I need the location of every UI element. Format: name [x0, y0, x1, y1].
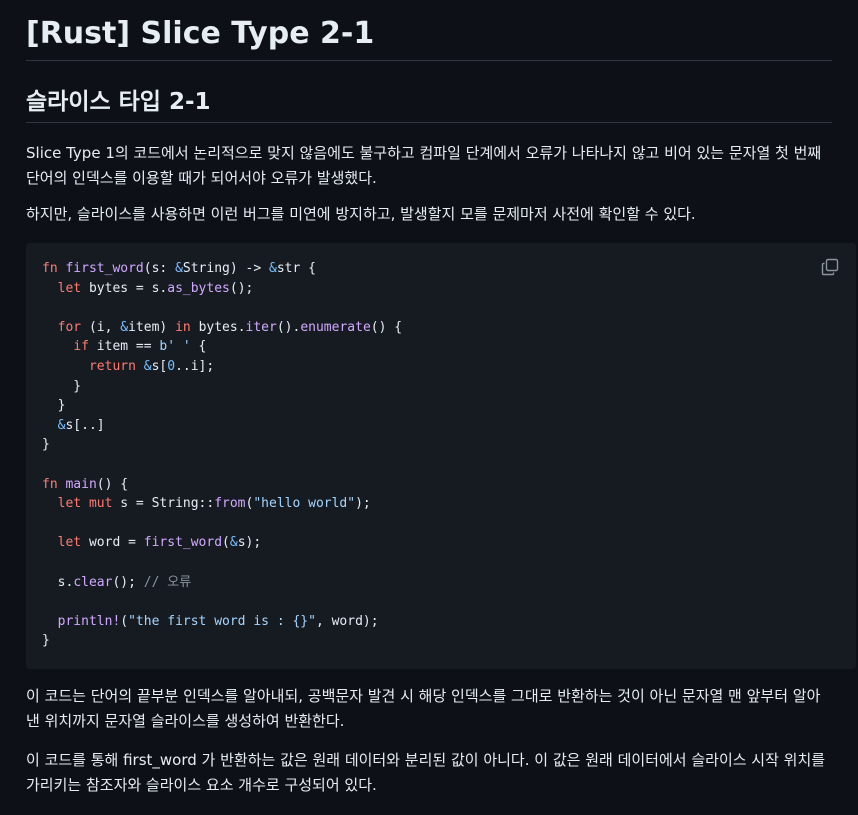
- code-token: as_bytes: [167, 280, 230, 296]
- code-token: let mut: [57, 496, 121, 512]
- code-token: fn: [42, 261, 66, 276]
- code-token: // 오류: [143, 574, 192, 590]
- code-token: (: [120, 613, 129, 629]
- code-token: ().: [276, 319, 301, 335]
- code-token: item): [128, 319, 176, 335]
- code-token: first_word: [65, 261, 144, 276]
- code-token: i];: [190, 358, 215, 374]
- code-token: bytes = s.: [88, 280, 168, 296]
- page-title: [Rust] Slice Type 2-1: [26, 0, 832, 61]
- code-token: let: [57, 535, 89, 551]
- code-line: }: [42, 435, 840, 455]
- code-token: ();: [112, 574, 144, 590]
- code-token: s.: [42, 574, 74, 590]
- code-token: s);: [237, 535, 262, 551]
- code-token: word =: [88, 535, 144, 551]
- code-token: ();: [229, 280, 254, 296]
- code-token: }: [42, 398, 66, 414]
- code-token: s[: [151, 358, 168, 374]
- code-token: &: [120, 319, 129, 335]
- code-line: &s[..]: [42, 416, 840, 436]
- code-line: }: [42, 377, 840, 397]
- code-token: }: [42, 437, 50, 453]
- code-token: fn: [42, 476, 66, 492]
- code-token: , word);: [315, 613, 379, 629]
- code-token: (: [222, 535, 230, 551]
- code-token: (i,: [88, 319, 121, 335]
- code-content: fn first_word(s: &String) -> &str { let …: [42, 259, 840, 651]
- code-token: "hello world": [253, 496, 356, 512]
- code-token: clear: [73, 574, 113, 590]
- code-token: return: [88, 358, 144, 374]
- code-token: b' ': [159, 339, 191, 355]
- code-token: println!: [57, 613, 121, 629]
- section-heading: 슬라이스 타입 2-1: [26, 86, 832, 123]
- code-token: &: [269, 261, 277, 276]
- paragraph-slice-benefit: 하지만, 슬라이스를 사용하면 이런 버그를 미연에 방지하고, 발생할지 모를…: [26, 205, 696, 223]
- code-token: }: [42, 378, 82, 394]
- code-token: &: [143, 358, 152, 374]
- code-token: s[..]: [65, 417, 105, 433]
- code-block: fn first_word(s: &String) -> &str { let …: [26, 243, 856, 669]
- code-line: s.clear(); // 오류: [42, 573, 840, 593]
- code-token: str {: [276, 261, 316, 276]
- code-token: iter: [245, 319, 277, 335]
- code-token: item ==: [96, 339, 160, 355]
- copy-icon[interactable]: [820, 257, 840, 277]
- code-token: from: [214, 496, 246, 512]
- code-token: () {: [96, 476, 129, 492]
- code-token: );: [355, 496, 371, 512]
- code-line: fn first_word(s: &String) -> &str {: [42, 259, 840, 279]
- code-line: }: [42, 631, 840, 651]
- code-line: fn main() {: [42, 475, 840, 495]
- code-token: 0: [167, 358, 176, 374]
- code-token: for: [57, 319, 89, 335]
- code-token: main: [65, 476, 97, 492]
- code-token: &: [175, 261, 183, 276]
- code-token: enumerate: [300, 319, 371, 335]
- code-token: bytes.: [198, 319, 246, 335]
- code-token: if: [73, 339, 97, 355]
- code-line: let bytes = s.as_bytes();: [42, 279, 840, 299]
- code-token: let: [57, 280, 89, 296]
- code-line: let mut s = String::from("hello world");: [42, 494, 840, 514]
- code-token: () {: [370, 319, 403, 335]
- paragraph-explanation: 이 코드는 단어의 끝부분 인덱스를 알아내되, 공백문자 발견 시 해당 인덱…: [26, 687, 821, 730]
- code-line: for (i, &item) in bytes.iter().enumerate…: [42, 318, 840, 338]
- code-line: if item == b' ' {: [42, 337, 840, 357]
- paragraph-return-value: 이 코드를 통해 first_word 가 반환하는 값은 원래 데이터와 분리…: [26, 751, 826, 794]
- code-token: String) ->: [182, 261, 269, 276]
- code-token: first_word: [143, 535, 223, 551]
- paragraph-intro: Slice Type 1의 코드에서 논리적으로 맞지 않음에도 불구하고 컴파…: [26, 144, 822, 187]
- code-line: }: [42, 396, 840, 416]
- code-token: in: [175, 319, 199, 335]
- code-line: let word = first_word(&s);: [42, 533, 840, 553]
- article: [Rust] Slice Type 2-1 슬라이스 타입 2-1 Slice …: [0, 0, 856, 798]
- code-token: ..: [175, 358, 191, 374]
- code-token: }: [42, 633, 50, 649]
- code-token: {: [190, 339, 207, 355]
- code-line: println!("the first word is : {}", word)…: [42, 612, 840, 632]
- code-token: s = String::: [120, 496, 215, 512]
- code-token: "the first word is : {}": [128, 613, 316, 629]
- code-line: return &s[0..i];: [42, 357, 840, 377]
- code-token: &: [229, 535, 238, 551]
- code-token: (s:: [143, 261, 176, 276]
